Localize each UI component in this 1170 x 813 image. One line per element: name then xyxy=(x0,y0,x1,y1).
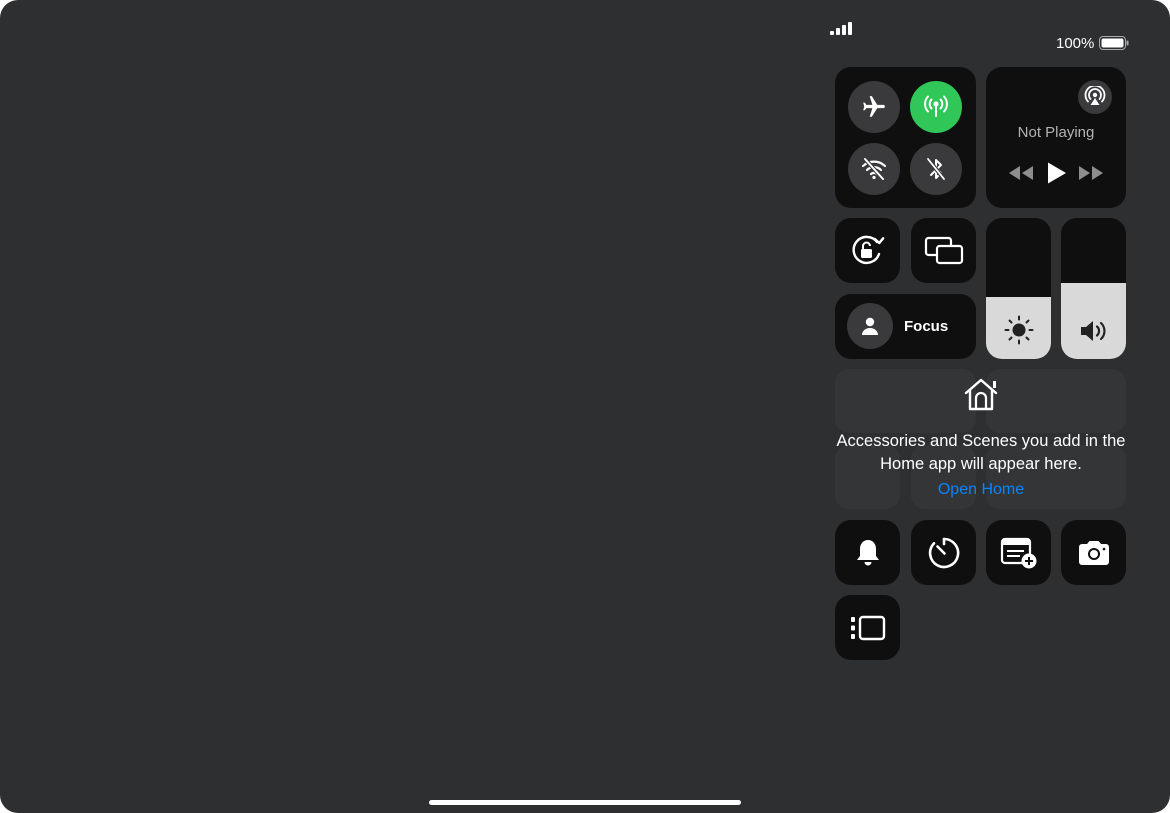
home-message: Accessories and Scenes you add in the Ho… xyxy=(836,432,1126,473)
home-placeholder-tile xyxy=(835,369,976,433)
quick-note-button[interactable] xyxy=(986,520,1051,585)
airplay-button[interactable] xyxy=(1078,80,1112,114)
home-indicator[interactable] xyxy=(429,800,741,805)
volume-slider[interactable] xyxy=(1061,218,1126,359)
stage-manager-icon xyxy=(850,615,885,640)
cellular-signal-icon xyxy=(830,22,856,52)
wifi-button[interactable] xyxy=(848,143,900,195)
wifi-off-icon xyxy=(861,157,887,181)
home-placeholder-tile xyxy=(986,369,1126,433)
stage-manager-button[interactable] xyxy=(835,595,900,660)
bluetooth-button[interactable] xyxy=(910,143,962,195)
camera-button[interactable] xyxy=(1061,520,1126,585)
speaker-icon xyxy=(1080,321,1105,341)
cellular-data-button[interactable] xyxy=(910,81,962,133)
quick-note-icon xyxy=(1000,537,1036,568)
camera-icon xyxy=(1078,540,1109,565)
home-icon-wrap xyxy=(962,376,1000,417)
focus-icon-circle xyxy=(847,303,893,349)
bluetooth-off-icon xyxy=(926,157,946,181)
timer-icon xyxy=(928,537,959,568)
person-icon xyxy=(862,317,878,335)
airplane-icon xyxy=(863,96,885,117)
airplane-mode-button[interactable] xyxy=(848,81,900,133)
timer-button[interactable] xyxy=(911,520,976,585)
now-playing-status: Not Playing xyxy=(1017,124,1095,141)
focus-label: Focus xyxy=(904,318,949,335)
screen-mirroring-icon xyxy=(924,236,963,264)
battery-status: 100% xyxy=(1056,28,1129,58)
cellular-antenna-icon xyxy=(924,95,948,117)
fast-forward-icon[interactable] xyxy=(1078,166,1104,180)
rotation-lock-icon xyxy=(851,235,884,264)
airplay-icon xyxy=(1084,86,1106,105)
home-icon xyxy=(964,378,998,411)
screen-mirroring-button[interactable] xyxy=(911,218,976,283)
focus-button[interactable]: Focus xyxy=(835,294,976,359)
open-home-link[interactable]: Open Home xyxy=(836,481,1126,499)
orientation-lock-button[interactable] xyxy=(835,218,900,283)
alarm-button[interactable] xyxy=(835,520,900,585)
battery-full-icon xyxy=(1099,36,1129,50)
battery-percent: 100% xyxy=(1056,34,1095,52)
play-icon[interactable] xyxy=(1045,161,1067,185)
bell-icon xyxy=(856,539,879,565)
rewind-icon[interactable] xyxy=(1008,166,1034,180)
control-center-screen: 100% Not Playing Focus Accessories and S… xyxy=(0,0,1170,813)
media-controls xyxy=(1008,161,1104,185)
now-playing-module[interactable]: Not Playing xyxy=(986,67,1126,208)
brightness-slider[interactable] xyxy=(986,218,1051,359)
sun-icon xyxy=(1004,315,1033,345)
connectivity-module xyxy=(835,67,976,208)
